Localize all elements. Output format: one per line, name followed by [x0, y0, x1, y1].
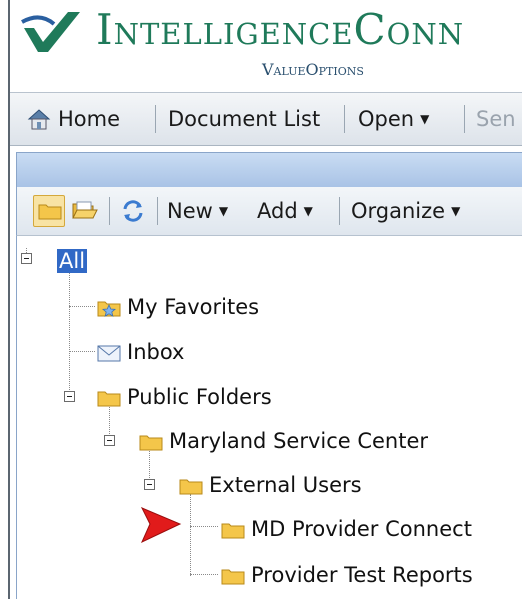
new-menu-button[interactable]: New ▼ [167, 187, 228, 235]
tree-connector [69, 351, 95, 352]
send-button[interactable]: Sen [476, 93, 516, 145]
organize-menu-button[interactable]: Organize ▼ [351, 187, 460, 235]
toolbar-separator [339, 197, 340, 225]
tree-item-label: Maryland Service Center [169, 429, 429, 453]
collapse-toggle-icon[interactable] [104, 435, 115, 446]
folder-tree: All My Favorites Inbox Public Folders Ma… [16, 236, 522, 599]
tree-item-maryland-service-center[interactable]: Maryland Service Center [139, 424, 428, 458]
tree-item-public-folders[interactable]: Public Folders [97, 380, 272, 414]
dropdown-caret-icon: ▼ [218, 204, 229, 218]
folder-icon [97, 391, 121, 407]
toolbar-separator [157, 197, 158, 225]
toolbar-separator [344, 105, 345, 133]
tree-item-label: Public Folders [127, 385, 272, 409]
window-edge [0, 0, 10, 599]
open-menu-button[interactable]: Open ▼ [358, 93, 429, 145]
panel-header [16, 152, 522, 188]
tree-connector [190, 526, 218, 527]
folder-icon [139, 435, 163, 451]
tree-item-label: Inbox [127, 340, 185, 364]
document-list-button[interactable]: Document List [168, 93, 320, 145]
dropdown-caret-icon: ▼ [303, 204, 313, 218]
dropdown-caret-icon: ▼ [420, 112, 430, 126]
favorites-folder-icon [97, 301, 121, 317]
tree-item-md-provider-connect[interactable]: MD Provider Connect [221, 512, 472, 546]
home-button[interactable]: Home [58, 93, 120, 145]
new-label: New [167, 199, 213, 223]
tree-item-label: My Favorites [127, 295, 260, 319]
organize-label: Organize [351, 199, 446, 223]
tree-item-inbox[interactable]: Inbox [97, 335, 184, 369]
tree-item-provider-test-reports[interactable]: Provider Test Reports [221, 558, 473, 592]
tree-item-label: Provider Test Reports [251, 563, 473, 587]
refresh-button[interactable] [117, 195, 149, 227]
checkmark-logo-icon [21, 12, 80, 52]
home-icon [27, 109, 51, 130]
dropdown-caret-icon: ▼ [451, 204, 461, 218]
tree-connector [69, 306, 95, 307]
folder-icon [38, 204, 62, 220]
tree-item-my-favorites[interactable]: My Favorites [97, 290, 259, 324]
main-toolbar: Home Document List Open ▼ Sen [10, 92, 522, 146]
inbox-envelope-icon [97, 345, 121, 362]
refresh-icon [123, 200, 143, 222]
toolbar-separator [109, 197, 110, 225]
collapse-toggle-icon[interactable] [64, 391, 75, 402]
folder-view-button[interactable] [33, 195, 65, 227]
folder-toolbar: New ▼ Add ▼ Organize ▼ [16, 187, 522, 236]
tree-item-label: External Users [209, 473, 362, 497]
app-title: IntelligenceConn [96, 5, 465, 54]
tree-item-external-users[interactable]: External Users [179, 468, 362, 502]
tree-connector [69, 272, 70, 392]
red-arrow-pointer-icon [140, 507, 182, 544]
tree-root-all[interactable]: All [57, 244, 88, 278]
tree-connector [190, 574, 218, 575]
open-folder-icon [72, 201, 98, 219]
open-label: Open [358, 107, 415, 131]
tree-root-label: All [57, 249, 88, 273]
app-header: IntelligenceConn ValueOptions [10, 0, 522, 92]
app-subtitle: ValueOptions [262, 60, 364, 79]
collapse-toggle-icon[interactable] [21, 253, 32, 264]
collapse-toggle-icon[interactable] [144, 479, 155, 490]
open-folder-button[interactable] [69, 195, 101, 227]
folder-icon [221, 523, 245, 539]
toolbar-separator [464, 105, 465, 133]
tree-connector [190, 494, 191, 576]
folder-icon [221, 569, 245, 585]
add-menu-button[interactable]: Add ▼ [257, 187, 313, 235]
folder-icon [179, 479, 203, 495]
toolbar-separator [155, 105, 156, 133]
add-label: Add [257, 199, 298, 223]
tree-item-label: MD Provider Connect [251, 517, 472, 541]
